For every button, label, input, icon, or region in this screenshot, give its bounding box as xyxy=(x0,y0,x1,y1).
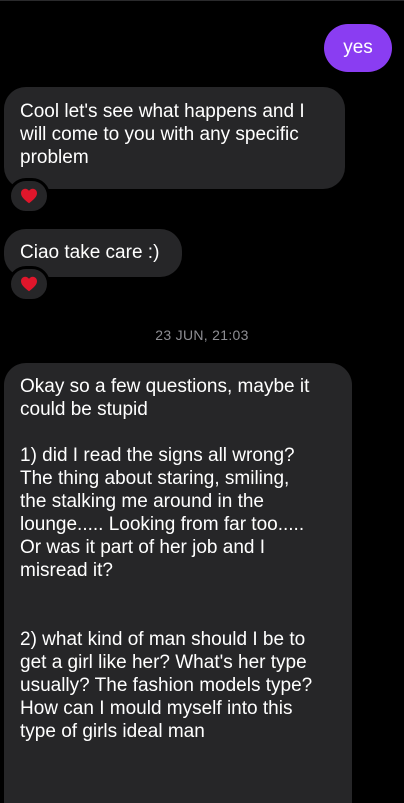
message-text: Okay so a few questions, maybe it could … xyxy=(20,376,313,742)
message-bubble-incoming[interactable]: Okay so a few questions, maybe it could … xyxy=(4,363,352,803)
reaction-badge[interactable] xyxy=(8,178,50,214)
heart-icon xyxy=(21,188,37,204)
top-divider xyxy=(0,0,404,1)
reaction-badge[interactable] xyxy=(8,266,50,302)
message-bubble-incoming[interactable]: Cool let's see what happens and I will c… xyxy=(4,87,345,189)
message-bubble-outgoing[interactable]: yes xyxy=(324,24,392,72)
message-text: Cool let's see what happens and I will c… xyxy=(20,101,305,168)
message-text: Ciao take care :) xyxy=(20,242,160,263)
message-text: yes xyxy=(343,37,373,58)
heart-icon xyxy=(21,276,37,292)
timestamp: 23 JUN, 21:03 xyxy=(155,327,249,343)
